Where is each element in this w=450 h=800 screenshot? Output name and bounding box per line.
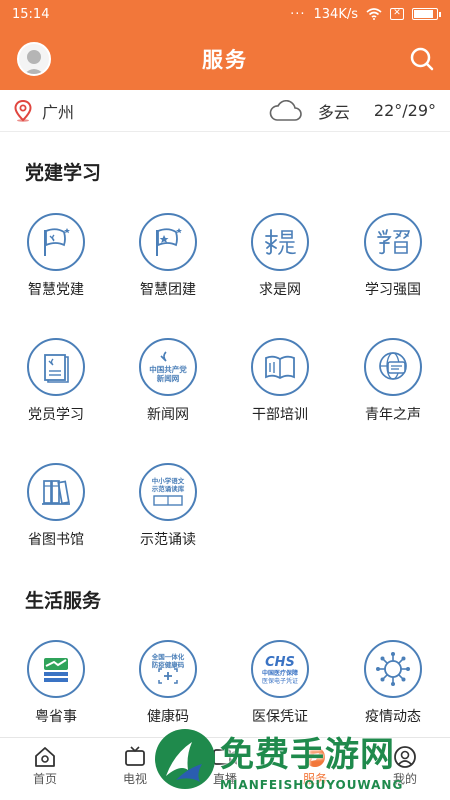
avatar[interactable] bbox=[17, 42, 51, 76]
svg-text:防疫健康码: 防疫健康码 bbox=[152, 660, 185, 669]
watermark-logo-icon bbox=[155, 729, 215, 789]
service-item-provincial-library[interactable]: 省图书馆 bbox=[6, 463, 106, 549]
service-item-youth-voice[interactable]: 青年之声 bbox=[343, 338, 443, 424]
cloud-icon bbox=[269, 99, 302, 121]
status-dots: ··· bbox=[290, 6, 306, 22]
home-icon bbox=[35, 747, 55, 767]
app-header: 服务 bbox=[0, 28, 450, 90]
nav-label: 首页 bbox=[32, 772, 57, 786]
network-speed: 134K/s bbox=[313, 6, 359, 22]
service-item-qiushi[interactable]: 求是网 bbox=[230, 213, 330, 299]
virus-icon bbox=[376, 652, 410, 686]
service-item-model-reading[interactable]: 中小学语文 示范诵读库 示范诵读 bbox=[118, 463, 218, 549]
open-book-icon bbox=[265, 355, 295, 380]
service-item-smart-league[interactable]: 智慧团建 bbox=[118, 213, 218, 299]
location-bar[interactable]: 广州 多云 22°/29° bbox=[0, 90, 450, 132]
xuexi-calligraphy-icon bbox=[377, 229, 410, 255]
page-title: 服务 bbox=[202, 48, 248, 72]
reading-badge-icon: 中小学语文 示范诵读库 bbox=[152, 476, 185, 506]
globe-chat-icon bbox=[379, 352, 407, 380]
battery-icon bbox=[412, 8, 441, 20]
yue-shengshi-icon bbox=[44, 658, 68, 682]
service-label: 粤省事 bbox=[35, 709, 77, 725]
service-item-party-member-study[interactable]: 党员学习 bbox=[6, 338, 106, 424]
svg-text:新闻网: 新闻网 bbox=[157, 373, 180, 383]
party-flag-icon bbox=[44, 228, 70, 256]
service-label: 新闻网 bbox=[147, 407, 189, 423]
service-label: 党员学习 bbox=[28, 407, 84, 423]
service-label: 省图书馆 bbox=[28, 532, 84, 548]
tv-icon bbox=[125, 746, 145, 766]
location-pin-icon bbox=[14, 99, 32, 122]
service-label: 示范诵读 bbox=[140, 532, 196, 548]
svg-text:全国一体化: 全国一体化 bbox=[151, 652, 185, 661]
league-flag-icon bbox=[156, 228, 182, 256]
service-item-smart-party[interactable]: 智慧党建 bbox=[6, 213, 106, 299]
svg-text:中国医疗保障: 中国医疗保障 bbox=[262, 669, 298, 677]
svg-text:中小学语文: 中小学语文 bbox=[152, 476, 185, 485]
status-time: 15:14 bbox=[12, 6, 50, 22]
section-title-party-study: 党建学习 bbox=[25, 162, 102, 184]
service-label: 智慧党建 bbox=[28, 282, 84, 298]
watermark: 免费手游网 MIANFEISHOUYOUWANG bbox=[150, 720, 450, 800]
party-book-icon bbox=[44, 354, 69, 383]
svg-text:示范诵读库: 示范诵读库 bbox=[152, 484, 185, 493]
watermark-text: 免费手游网 bbox=[220, 735, 395, 775]
svg-text:医保电子凭证: 医保电子凭证 bbox=[262, 677, 298, 685]
search-icon bbox=[410, 47, 434, 71]
city-name: 广州 bbox=[42, 102, 75, 122]
chs-icon: CHS 中国医疗保障 医保电子凭证 bbox=[262, 655, 298, 685]
status-bar: 15:14 ··· 134K/s ✕ bbox=[0, 0, 450, 28]
service-item-epidemic-updates[interactable]: 疫情动态 bbox=[343, 640, 443, 726]
section-title-life-services: 生活服务 bbox=[25, 590, 102, 612]
service-item-medical-insurance[interactable]: CHS 中国医疗保障 医保电子凭证 医保凭证 bbox=[230, 640, 330, 726]
service-label: 智慧团建 bbox=[140, 282, 196, 298]
wifi-icon bbox=[366, 8, 382, 20]
service-label: 干部培训 bbox=[252, 407, 308, 423]
search-button[interactable] bbox=[408, 45, 436, 73]
service-label: 求是网 bbox=[259, 282, 301, 298]
sim-off-icon: ✕ bbox=[390, 8, 404, 20]
health-code-icon: 全国一体化 防疫健康码 bbox=[151, 652, 185, 684]
weather-info: 多云 22°/29° bbox=[268, 99, 436, 123]
service-item-xuexi[interactable]: 学习强国 bbox=[343, 213, 443, 299]
svg-text:中国共产党: 中国共产党 bbox=[149, 364, 187, 374]
service-label: 青年之声 bbox=[365, 407, 421, 423]
service-label: 学习强国 bbox=[365, 282, 421, 298]
weather-condition: 多云 bbox=[317, 102, 350, 122]
svg-text:CHS: CHS bbox=[265, 655, 295, 670]
service-item-yue-shengshi[interactable]: 粤省事 bbox=[6, 640, 106, 726]
nav-home[interactable]: 首页 bbox=[0, 744, 90, 787]
service-item-health-code[interactable]: 全国一体化 防疫健康码 健康码 bbox=[118, 640, 218, 726]
qiushi-calligraphy-icon bbox=[265, 229, 296, 255]
watermark-subtext: MIANFEISHOUYOUWANG bbox=[220, 778, 404, 792]
news-emblem-icon: 中国共产党 新闻网 bbox=[149, 351, 187, 383]
books-icon bbox=[42, 480, 70, 505]
service-item-cadre-training[interactable]: 干部培训 bbox=[230, 338, 330, 424]
temperature-range: 22°/29° bbox=[373, 101, 436, 120]
service-item-news[interactable]: 中国共产党 新闻网 新闻网 bbox=[118, 338, 218, 424]
